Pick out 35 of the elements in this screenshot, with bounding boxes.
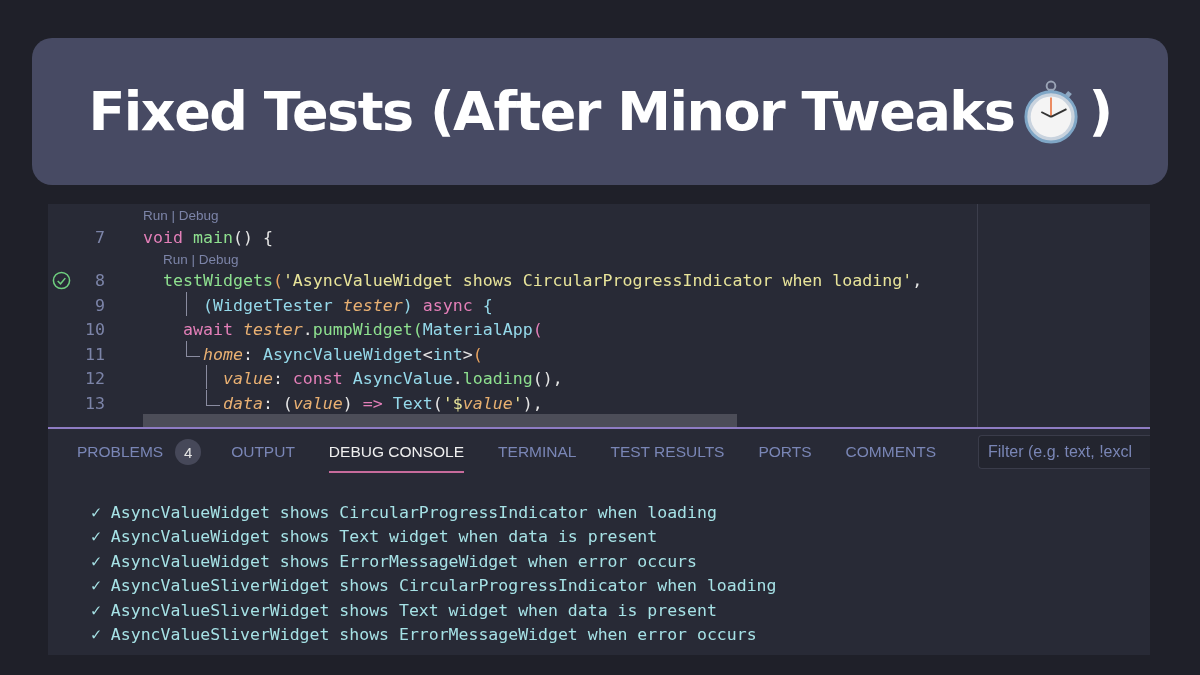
code-line: testWidgets('AsyncValueWidget shows CircularProgressIndicator when loading', [161, 271, 923, 291]
panel-tab[interactable]: PROBLEMS [77, 431, 164, 473]
line-number: 7 [95, 227, 105, 247]
console-line: ✓ AsyncValueWidget shows Text widget when data is present [91, 527, 659, 549]
console-line: ✓ AsyncValueWidget shows ErrorMessageWidget when error occurs [91, 551, 698, 573]
line-number: 12 [85, 369, 105, 389]
line-number: 13 [85, 393, 105, 413]
console-line: ✓ AsyncValueWidget shows CircularProgressIndicator when loading [91, 503, 718, 524]
line-number: 10 [85, 320, 105, 340]
code-line: (WidgetTester tester) async { [143, 295, 493, 315]
title-text: ) [1088, 80, 1112, 143]
console-line: ✓ AsyncValueSliverWidget shows ErrorMessageWidget when error occurs [91, 624, 758, 646]
line-number: 9 [95, 295, 105, 315]
panel-tab[interactable]: COMMENTS [845, 431, 936, 473]
panel-tab[interactable]: DEBUG CONSOLE [328, 431, 465, 473]
panel-tab[interactable]: PORTS [758, 431, 812, 473]
horizontal-scrollbar[interactable] [143, 414, 737, 427]
code-line: data: (value) => Text('$value'), [143, 393, 543, 413]
code-line: void main() { [143, 227, 273, 247]
check-circle-icon[interactable] [52, 271, 71, 291]
code-line: home: AsyncValueWidget<int>( [143, 344, 483, 364]
codelens-links[interactable]: Run | Debug [143, 208, 219, 223]
console-line: ✓ AsyncValueSliverWidget shows Text widget when data is present [91, 600, 718, 622]
stopwatch-icon [1022, 79, 1081, 144]
panel-tab[interactable]: TEST RESULTS [610, 431, 725, 473]
count-badge: 4 [175, 439, 202, 465]
panel-tab[interactable]: OUTPUT [231, 431, 295, 473]
codelens-links[interactable]: Run | Debug [163, 251, 239, 267]
line-number: 11 [85, 344, 105, 364]
code-line: await tester.pumpWidget(MaterialApp( [181, 320, 543, 340]
title-text: Fixed Tests (After Minor Tweaks [88, 80, 1015, 143]
console-line: ✓ AsyncValueSliverWidget shows CircularProgressIndicator when loading [91, 576, 778, 598]
filter-field[interactable]: Filter (e.g. text, !excl [978, 435, 1150, 469]
line-number: 8 [95, 271, 105, 291]
panel-tab[interactable]: TERMINAL [498, 431, 577, 473]
